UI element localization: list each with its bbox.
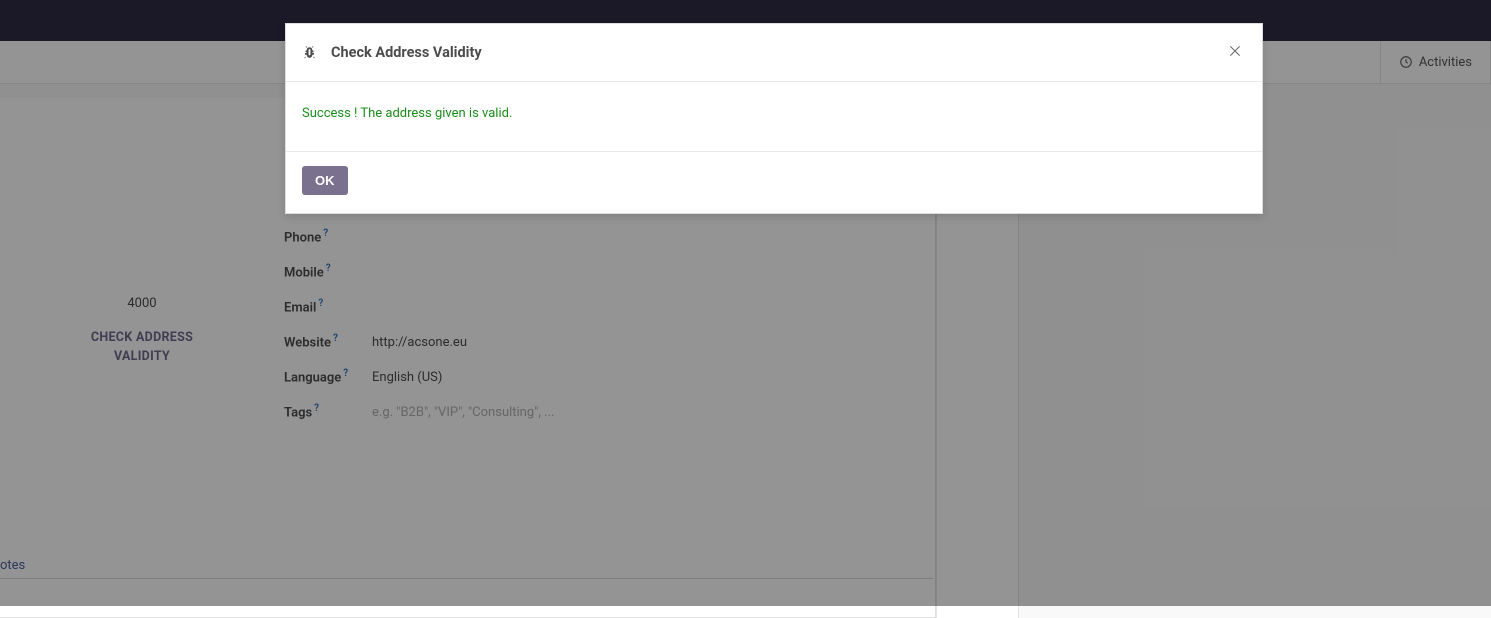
modal-body: Success ! The address given is valid. [286, 82, 1262, 152]
modal-title: Check Address Validity [331, 44, 482, 61]
close-button[interactable] [1220, 38, 1250, 68]
ok-button[interactable]: OK [302, 166, 348, 195]
close-icon [1227, 43, 1243, 63]
bug-icon [302, 45, 317, 60]
modal-footer: OK [286, 152, 1262, 213]
modal-header: Check Address Validity [286, 24, 1262, 82]
check-address-modal: Check Address Validity Success ! The add… [285, 23, 1263, 214]
success-message: Success ! The address given is valid. [302, 106, 1246, 121]
